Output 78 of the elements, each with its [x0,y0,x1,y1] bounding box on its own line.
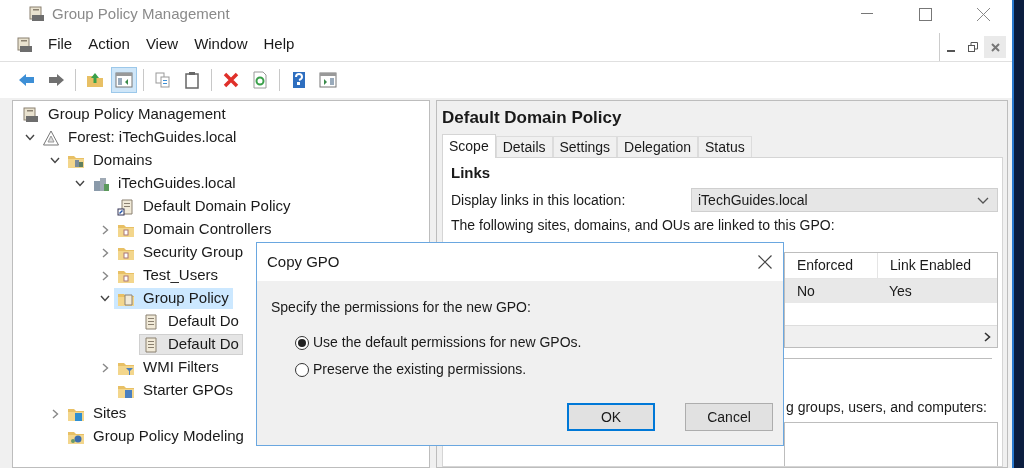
tree-item[interactable]: Domain Controllers [114,219,276,240]
delete-icon [222,71,240,89]
scroll-icon [142,312,160,331]
tree-item[interactable]: iTechGuides.local [89,173,240,194]
scroll-right-icon [984,331,991,342]
tree-item[interactable]: Group Policy [114,288,233,309]
tree-item[interactable]: Default Do [139,311,243,332]
cancel-button[interactable]: Cancel [685,403,773,431]
ok-button[interactable]: OK [567,403,655,431]
toolbar-button[interactable] [111,67,137,93]
back-arrow-icon [18,71,36,89]
clipboard-icon [183,71,201,89]
chevron-down-icon [75,180,85,187]
copy-icon [154,71,172,89]
triangle-icon [42,128,60,147]
radio-option[interactable]: Preserve the existing permissions. [295,359,783,380]
menu-item[interactable]: File [42,31,79,58]
tab[interactable]: Status [698,136,752,157]
scroll-icon [117,197,135,216]
close-icon [758,255,772,269]
folder-icon [86,71,104,89]
close-icon [990,42,1000,52]
tree-item[interactable]: Forest: iTechGuides.local [39,127,241,148]
window-icon [319,71,337,89]
tab[interactable]: Settings [552,136,618,157]
tree-item[interactable]: Domains [64,150,157,171]
window-icon [115,71,133,89]
horizontal-scrollbar[interactable] [785,325,997,347]
restore-icon [968,42,978,52]
column-header[interactable]: Enforced [785,253,877,278]
chevron-right-icon [101,224,109,235]
refresh-icon [251,71,269,89]
pane-title: Default Domain Policy [442,107,623,129]
tab[interactable]: Delegation [617,136,699,157]
table-row[interactable]: No Yes [785,279,997,303]
console-icon [16,35,34,54]
tree-item[interactable]: Group Policy Management [19,104,230,125]
maximize-icon [918,7,932,21]
tree-item[interactable]: Starter GPOs [114,380,238,401]
chevron-right-icon [101,247,109,258]
console-icon [28,5,46,23]
tree-item[interactable]: Default Do [139,334,243,355]
chevron-right-icon [51,408,59,419]
menu-item[interactable]: Action [82,31,136,58]
chevron-right-icon [101,362,109,373]
tab[interactable]: Scope [442,134,496,158]
dialog-title: Copy GPO [267,251,340,272]
window-title: Group Policy Management [52,3,230,24]
tree-item[interactable]: Default Domain Policy [114,196,295,217]
section-heading: Links [451,164,492,182]
chevron-down-icon [25,134,35,141]
tree-item[interactable]: Security Group [114,242,248,263]
menu-item[interactable]: Help [257,31,301,58]
tab[interactable]: Details [495,136,553,157]
menu-item[interactable]: View [139,31,185,58]
help-book-icon [290,71,308,89]
menu-item[interactable]: Window [188,31,254,58]
minimize-icon [861,13,873,15]
column-header[interactable]: Link Enabled [877,253,997,278]
chevron-down-icon [100,295,110,302]
tree-item[interactable]: Test_Users [114,265,223,286]
tree-item[interactable]: Sites [64,403,131,424]
chevron-right-icon [101,270,109,281]
tree-item[interactable]: WMI Filters [114,357,223,378]
forward-arrow-icon [47,71,65,89]
chevron-down-icon [50,157,60,164]
console-icon [22,105,40,124]
radio-option[interactable]: Use the default permissions for new GPOs. [295,332,783,353]
description-text: The following sites, domains, and OUs are linked to this GPO: [451,217,836,234]
minimize-icon [947,50,955,52]
scroll-icon [142,335,160,354]
tree-item[interactable]: Group Policy Modeling [64,426,248,447]
close-icon [976,7,990,21]
field-label: Display links in this location: [451,190,627,210]
description-text: g groups, users, and computers: [786,399,988,416]
location-dropdown[interactable]: iTechGuides.local [691,188,998,212]
dialog-prompt: Specify the permissions for the new GPO: [271,298,532,317]
mdi-close-button[interactable] [984,36,1006,58]
